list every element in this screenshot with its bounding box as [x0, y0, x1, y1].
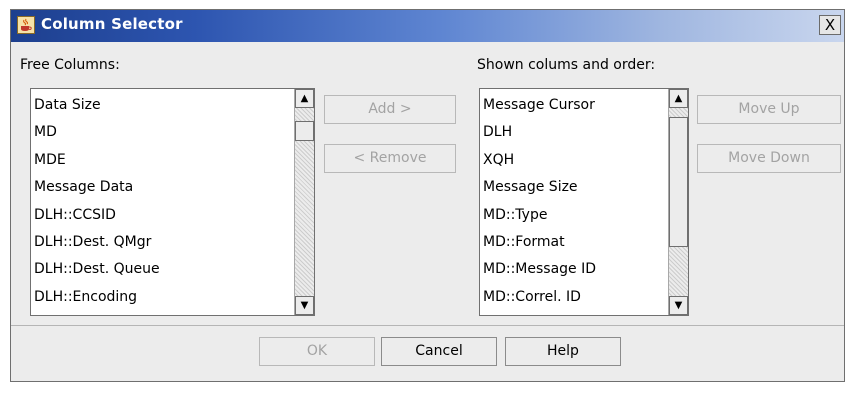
list-item[interactable]: Message Size	[483, 174, 668, 201]
close-button[interactable]: X	[819, 15, 841, 35]
list-item[interactable]: MD::Correl. ID	[483, 284, 668, 311]
window-title: Column Selector	[41, 15, 183, 33]
footer-divider	[11, 325, 844, 326]
help-button[interactable]: Help	[505, 337, 621, 366]
move-down-button[interactable]: Move Down	[697, 144, 841, 173]
free-columns-scrollbar[interactable]: ▲ ▼	[294, 89, 314, 315]
list-item[interactable]: DLH	[483, 119, 668, 146]
list-item[interactable]: DLH::CCSID	[34, 202, 294, 229]
shown-columns-items: Message Cursor DLH XQH Message Size MD::Type…	[480, 89, 668, 315]
free-columns-label: Free Columns:	[20, 57, 120, 73]
list-item[interactable]: MD	[34, 119, 294, 146]
list-item[interactable]: MD::Message ID	[483, 256, 668, 283]
shown-columns-scrollbar[interactable]: ▲ ▼	[668, 89, 688, 315]
list-item[interactable]: MDE	[34, 147, 294, 174]
scroll-up-icon[interactable]: ▲	[669, 89, 688, 108]
cancel-button[interactable]: Cancel	[381, 337, 497, 366]
shown-columns-label: Shown colums and order:	[477, 57, 656, 73]
list-item[interactable]: MD::Format	[483, 229, 668, 256]
list-item[interactable]: Message Cursor	[483, 92, 668, 119]
list-item[interactable]: Message Data	[34, 174, 294, 201]
java-cup-icon	[17, 16, 35, 34]
add-button[interactable]: Add >	[324, 95, 456, 124]
scroll-down-icon[interactable]: ▼	[669, 296, 688, 315]
free-columns-items: Data Size MD MDE Message Data DLH::CCSID DLH:…	[31, 89, 294, 315]
scroll-thumb[interactable]	[295, 121, 314, 141]
column-selector-dialog: Column Selector X Free Columns: Data Siz…	[10, 9, 845, 382]
list-item[interactable]: DLH::Dest. Queue	[34, 256, 294, 283]
remove-button[interactable]: < Remove	[324, 144, 456, 173]
scroll-thumb[interactable]	[669, 117, 688, 247]
list-item[interactable]: Data Size	[34, 92, 294, 119]
list-item[interactable]: MD::Type	[483, 202, 668, 229]
ok-button[interactable]: OK	[259, 337, 375, 366]
shown-columns-list[interactable]: Message Cursor DLH XQH Message Size MD::Type…	[479, 88, 689, 316]
free-columns-list[interactable]: Data Size MD MDE Message Data DLH::CCSID DLH:…	[30, 88, 315, 316]
close-icon: X	[824, 16, 836, 34]
title-bar[interactable]: Column Selector X	[11, 10, 844, 42]
scroll-up-icon[interactable]: ▲	[295, 89, 314, 108]
list-item[interactable]: XQH	[483, 147, 668, 174]
move-up-button[interactable]: Move Up	[697, 95, 841, 124]
scroll-down-icon[interactable]: ▼	[295, 296, 314, 315]
list-item[interactable]: DLH::Dest. QMgr	[34, 229, 294, 256]
list-item[interactable]: DLH::Encoding	[34, 284, 294, 311]
